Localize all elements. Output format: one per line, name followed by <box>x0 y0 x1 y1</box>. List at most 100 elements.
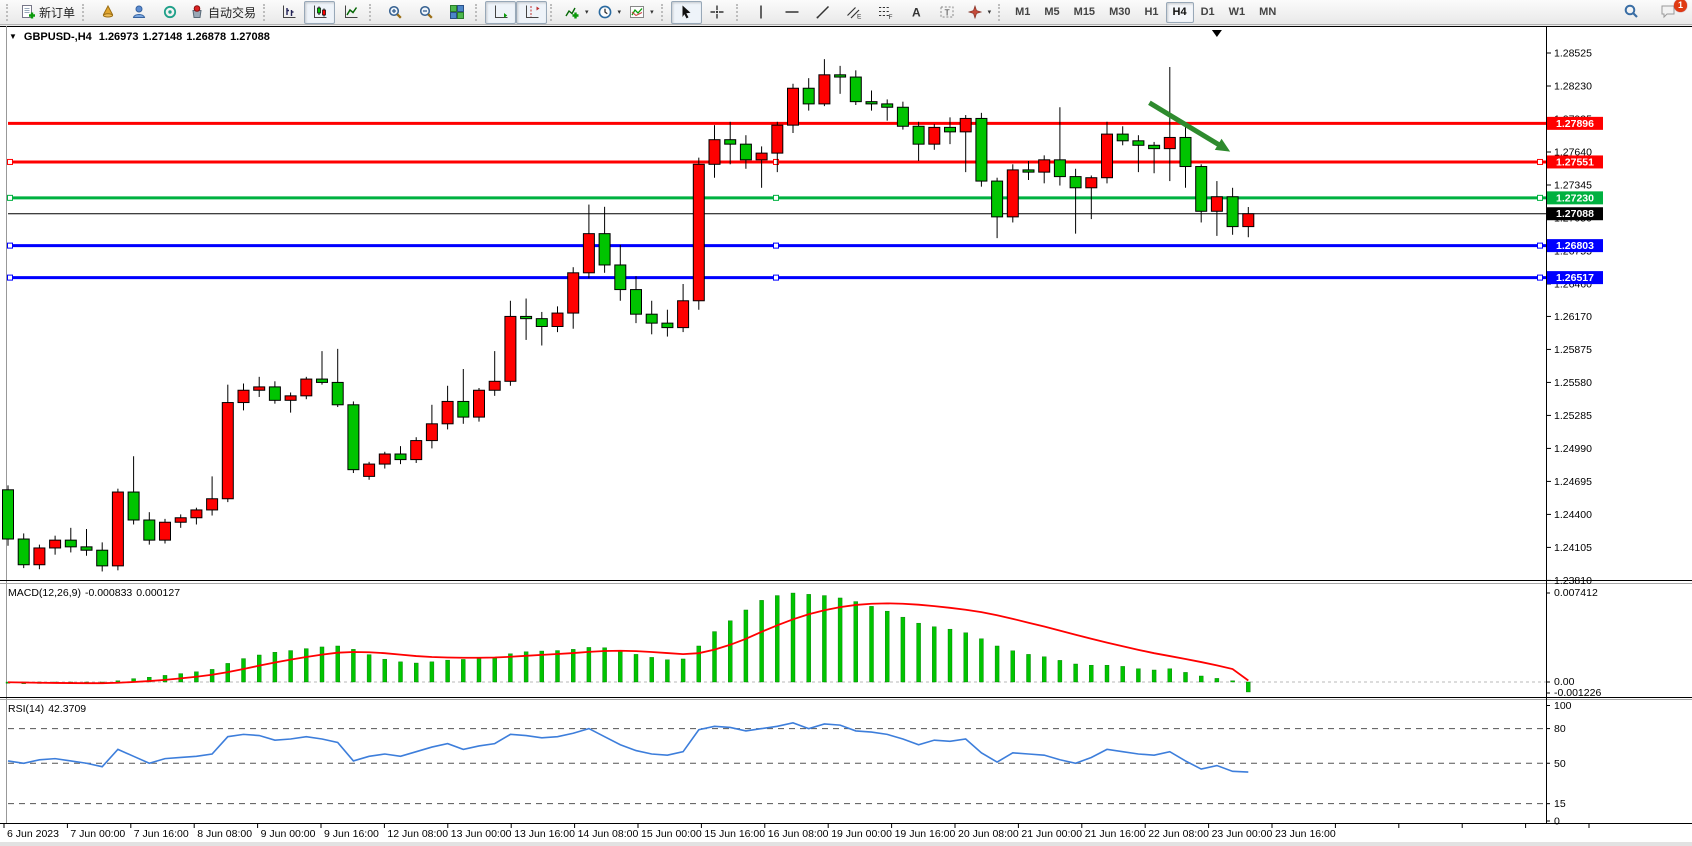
candle-body[interactable] <box>395 454 406 460</box>
notifications-button[interactable]: 1 <box>1652 1 1683 24</box>
trendline-button[interactable] <box>808 1 839 24</box>
cursor-button[interactable] <box>671 1 702 24</box>
candle-body[interactable] <box>1227 197 1238 227</box>
candle-body[interactable] <box>1023 170 1034 172</box>
chart-collapse-icon[interactable]: ▼ <box>9 32 17 43</box>
timeframe-h1-button[interactable]: H1 <box>1137 2 1165 23</box>
timeframe-w1-button[interactable]: W1 <box>1222 2 1253 23</box>
vertical-line-button[interactable] <box>746 1 777 24</box>
crosshair-button[interactable] <box>702 1 733 24</box>
candle-body[interactable] <box>552 313 563 326</box>
candle-body[interactable] <box>772 125 783 153</box>
autotrade-button[interactable]: 自动交易 <box>185 1 260 24</box>
candle-body[interactable] <box>81 547 92 550</box>
candle-body[interactable] <box>442 401 453 423</box>
candle-body[interactable] <box>1149 145 1160 148</box>
chart-shift-button[interactable] <box>516 1 547 24</box>
candle-body[interactable] <box>238 390 249 402</box>
candle-body[interactable] <box>1211 197 1222 212</box>
candle-body[interactable] <box>411 441 422 460</box>
candle-body[interactable] <box>18 539 29 565</box>
candle-body[interactable] <box>128 492 139 520</box>
candle-body[interactable] <box>615 265 626 290</box>
candlestick-chart-button[interactable] <box>304 1 335 24</box>
candle-body[interactable] <box>191 510 202 518</box>
indicators-button[interactable]: ▾ <box>560 1 593 24</box>
candle-body[interactable] <box>269 387 280 400</box>
candle-body[interactable] <box>1054 160 1065 177</box>
candle-body[interactable] <box>882 104 893 107</box>
candle-body[interactable] <box>709 140 720 165</box>
candle-body[interactable] <box>1117 134 1128 141</box>
candle-body[interactable] <box>992 181 1003 217</box>
line-handle[interactable] <box>1538 195 1543 200</box>
price-chart-svg[interactable]: 1.285251.282301.279351.276401.273451.270… <box>0 26 1692 846</box>
candle-body[interactable] <box>929 127 940 144</box>
timeframe-m15-button[interactable]: M15 <box>1067 2 1102 23</box>
candle-body[interactable] <box>1133 141 1144 145</box>
line-handle[interactable] <box>8 195 13 200</box>
candle-body[interactable] <box>1196 167 1207 212</box>
signals-button[interactable] <box>154 1 185 24</box>
candle-body[interactable] <box>505 316 516 381</box>
candle-body[interactable] <box>1180 137 1191 166</box>
candle-body[interactable] <box>819 75 830 104</box>
candle-body[interactable] <box>756 153 767 160</box>
text-label-button[interactable]: T <box>932 1 963 24</box>
candle-body[interactable] <box>332 382 343 404</box>
styler-button[interactable] <box>92 1 123 24</box>
candle-body[interactable] <box>897 107 908 126</box>
candle-body[interactable] <box>144 520 155 540</box>
line-handle[interactable] <box>8 159 13 164</box>
candle-body[interactable] <box>1039 160 1050 172</box>
templates-button[interactable]: ▾ <box>625 1 658 24</box>
candle-body[interactable] <box>254 387 265 390</box>
candle-body[interactable] <box>1102 134 1113 178</box>
candle-body[interactable] <box>207 499 218 510</box>
candle-body[interactable] <box>222 403 233 499</box>
candle-body[interactable] <box>725 140 736 144</box>
candle-body[interactable] <box>631 290 642 315</box>
candle-body[interactable] <box>160 522 171 540</box>
candle-body[interactable] <box>301 379 312 396</box>
candle-body[interactable] <box>803 88 814 104</box>
candle-body[interactable] <box>913 126 924 144</box>
candle-body[interactable] <box>489 381 500 390</box>
autoscroll-button[interactable] <box>485 1 516 24</box>
chart-background[interactable] <box>0 26 1692 846</box>
candle-body[interactable] <box>521 316 532 318</box>
candle-body[interactable] <box>1243 214 1254 227</box>
candle-body[interactable] <box>379 454 390 464</box>
bar-chart-button[interactable] <box>273 1 304 24</box>
candle-body[interactable] <box>426 424 437 441</box>
candle-body[interactable] <box>866 102 877 104</box>
line-handle[interactable] <box>8 275 13 280</box>
candle-body[interactable] <box>599 234 610 265</box>
tile-windows-button[interactable] <box>441 1 472 24</box>
candle-body[interactable] <box>536 319 547 327</box>
fibonacci-button[interactable]: F <box>870 1 901 24</box>
candle-body[interactable] <box>34 548 45 565</box>
text-button[interactable]: A <box>901 1 932 24</box>
timeframe-m30-button[interactable]: M30 <box>1102 2 1137 23</box>
candle-body[interactable] <box>662 323 673 327</box>
community-button[interactable] <box>123 1 154 24</box>
candle-body[interactable] <box>976 118 987 181</box>
line-handle[interactable] <box>1538 275 1543 280</box>
zoom-in-button[interactable] <box>379 1 410 24</box>
line-handle[interactable] <box>774 243 779 248</box>
candle-body[interactable] <box>1164 137 1175 148</box>
candle-body[interactable] <box>646 314 657 323</box>
candle-body[interactable] <box>458 401 469 417</box>
line-handle[interactable] <box>774 195 779 200</box>
candle-body[interactable] <box>960 118 971 131</box>
candle-body[interactable] <box>175 518 186 522</box>
search-button[interactable] <box>1615 1 1646 24</box>
candle-body[interactable] <box>364 464 375 476</box>
horizontal-line-button[interactable] <box>777 1 808 24</box>
candle-body[interactable] <box>50 540 61 548</box>
candle-body[interactable] <box>678 301 689 328</box>
line-chart-button[interactable] <box>335 1 366 24</box>
line-handle[interactable] <box>774 275 779 280</box>
candle-body[interactable] <box>583 234 594 273</box>
